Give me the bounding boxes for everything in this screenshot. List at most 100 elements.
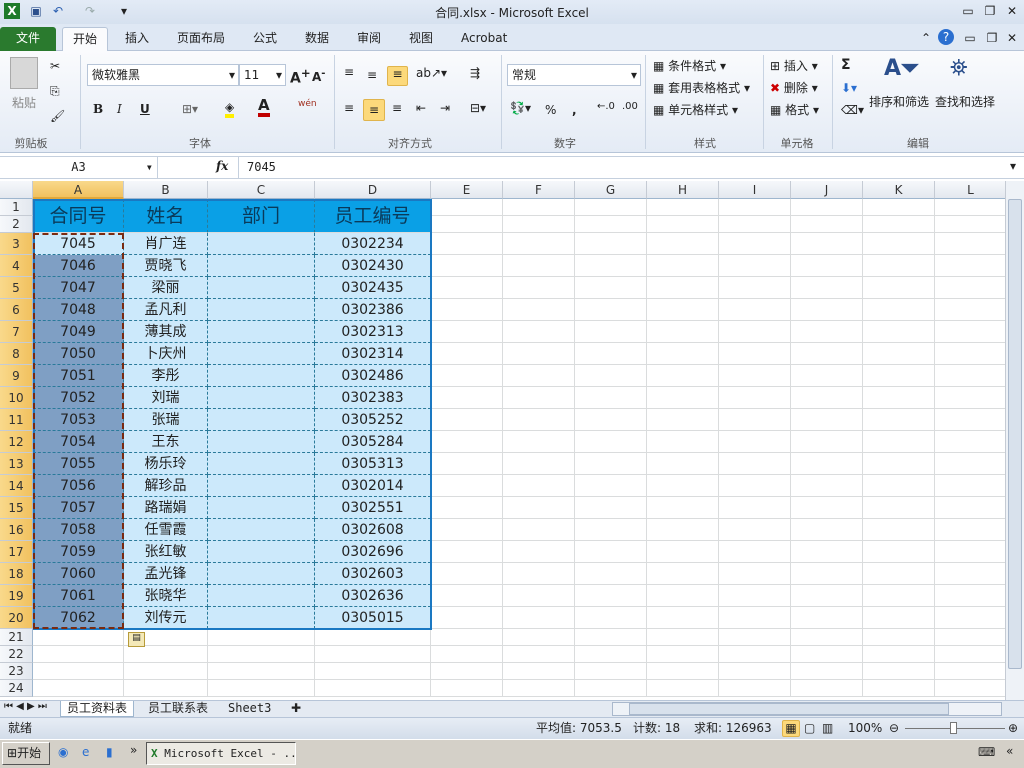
empty-cell[interactable] (431, 475, 503, 497)
empty-cell[interactable] (431, 255, 503, 277)
empty-cell[interactable] (575, 475, 647, 497)
empty-cell[interactable] (647, 646, 719, 663)
row-header-3[interactable]: 3 (0, 233, 33, 255)
align-center-icon[interactable]: ≡ (363, 99, 385, 121)
empty-cell[interactable] (431, 387, 503, 409)
row-header-13[interactable]: 13 (0, 453, 33, 475)
vertical-scrollbar[interactable] (1005, 181, 1024, 700)
empty-cell[interactable] (431, 585, 503, 607)
shrink-font-icon[interactable]: A- (312, 68, 325, 84)
table-cell[interactable]: 0302314 (315, 343, 431, 365)
formula-input[interactable]: 7045 (238, 157, 1008, 178)
conditional-format-button[interactable]: ▦ 条件格式 ▾ (653, 57, 726, 74)
empty-cell[interactable] (503, 519, 575, 541)
tab-formulas[interactable]: 公式 (243, 27, 287, 51)
empty-cell[interactable] (503, 321, 575, 343)
horizontal-scroll-thumb[interactable] (629, 703, 949, 715)
table-cell[interactable]: 张瑞 (124, 409, 208, 431)
table-cell[interactable]: 0302636 (315, 585, 431, 607)
empty-cell[interactable] (575, 216, 647, 233)
cell-styles-button[interactable]: ▦ 单元格样式 ▾ (653, 101, 738, 118)
empty-cell[interactable] (33, 663, 124, 680)
empty-cell[interactable] (935, 680, 1005, 697)
empty-cell[interactable] (791, 646, 863, 663)
empty-cell[interactable] (935, 585, 1005, 607)
empty-cell[interactable] (647, 475, 719, 497)
empty-cell[interactable] (791, 343, 863, 365)
empty-cell[interactable] (503, 629, 575, 646)
table-cell[interactable]: 孟凡利 (124, 299, 208, 321)
row-header-11[interactable]: 11 (0, 409, 33, 431)
empty-cell[interactable] (719, 646, 791, 663)
column-header-I[interactable]: I (719, 181, 791, 199)
empty-cell[interactable] (719, 233, 791, 255)
column-header-K[interactable]: K (863, 181, 935, 199)
format-as-table-button[interactable]: ▦ 套用表格格式 ▾ (653, 79, 750, 96)
empty-cell[interactable] (647, 199, 719, 216)
clear-icon[interactable]: ⌫▾ (841, 103, 864, 117)
empty-cell[interactable] (719, 216, 791, 233)
empty-cell[interactable] (575, 646, 647, 663)
table-cell[interactable] (208, 409, 315, 431)
empty-cell[interactable] (503, 541, 575, 563)
empty-cell[interactable] (863, 680, 935, 697)
table-cell[interactable]: 解珍品 (124, 475, 208, 497)
empty-cell[interactable] (935, 409, 1005, 431)
workbook-minimize-icon[interactable]: ▭ (962, 30, 978, 46)
empty-cell[interactable] (647, 343, 719, 365)
empty-cell[interactable] (431, 299, 503, 321)
quick-analysis-paste-options-icon[interactable]: ▤ (128, 632, 145, 647)
table-cell[interactable]: 0305284 (315, 431, 431, 453)
table-cell[interactable] (208, 585, 315, 607)
empty-cell[interactable] (647, 663, 719, 680)
row-header-22[interactable]: 22 (0, 646, 33, 663)
table-cell[interactable] (208, 233, 315, 255)
empty-cell[interactable] (791, 475, 863, 497)
table-cell[interactable]: 李彤 (124, 365, 208, 387)
table-cell[interactable]: 0302430 (315, 255, 431, 277)
column-header-G[interactable]: G (575, 181, 647, 199)
empty-cell[interactable] (647, 255, 719, 277)
table-cell[interactable]: 0305252 (315, 409, 431, 431)
show-desktop-icon[interactable]: ◉ (58, 745, 68, 759)
normal-view-icon[interactable]: ▦ (782, 720, 800, 737)
copy-icon[interactable]: ⎘ (50, 84, 60, 99)
empty-cell[interactable] (647, 563, 719, 585)
row-header-23[interactable]: 23 (0, 663, 33, 680)
table-cell[interactable] (208, 563, 315, 585)
empty-cell[interactable] (863, 299, 935, 321)
paste-icon[interactable] (10, 57, 38, 89)
empty-cell[interactable] (647, 233, 719, 255)
select-all-corner[interactable] (0, 181, 33, 199)
empty-cell[interactable] (863, 216, 935, 233)
table-cell[interactable] (208, 475, 315, 497)
empty-cell[interactable] (935, 365, 1005, 387)
empty-cell[interactable] (315, 629, 431, 646)
autosum-button[interactable]: Σ (841, 57, 851, 73)
table-cell[interactable]: 0302696 (315, 541, 431, 563)
table-cell[interactable] (208, 321, 315, 343)
empty-cell[interactable] (503, 387, 575, 409)
insert-function-icon[interactable]: fx (216, 159, 228, 173)
empty-cell[interactable] (935, 255, 1005, 277)
sort-filter-icon[interactable]: A⏷ (884, 56, 919, 81)
table-cell[interactable]: 7054 (33, 431, 124, 453)
empty-cell[interactable] (719, 541, 791, 563)
empty-cell[interactable] (575, 409, 647, 431)
table-cell[interactable]: 刘瑞 (124, 387, 208, 409)
empty-cell[interactable] (503, 216, 575, 233)
find-select-button[interactable]: 查找和选择 (935, 93, 995, 110)
empty-cell[interactable] (647, 409, 719, 431)
workbook-restore-icon[interactable]: ❐ (984, 30, 1000, 46)
empty-cell[interactable] (719, 365, 791, 387)
table-cell[interactable]: 7055 (33, 453, 124, 475)
empty-cell[interactable] (124, 663, 208, 680)
empty-cell[interactable] (503, 453, 575, 475)
empty-cell[interactable] (503, 646, 575, 663)
empty-cell[interactable] (575, 680, 647, 697)
empty-cell[interactable] (791, 585, 863, 607)
phonetic-guide-icon[interactable]: wén (298, 99, 317, 109)
empty-cell[interactable] (935, 453, 1005, 475)
empty-cell[interactable] (791, 255, 863, 277)
empty-cell[interactable] (719, 497, 791, 519)
